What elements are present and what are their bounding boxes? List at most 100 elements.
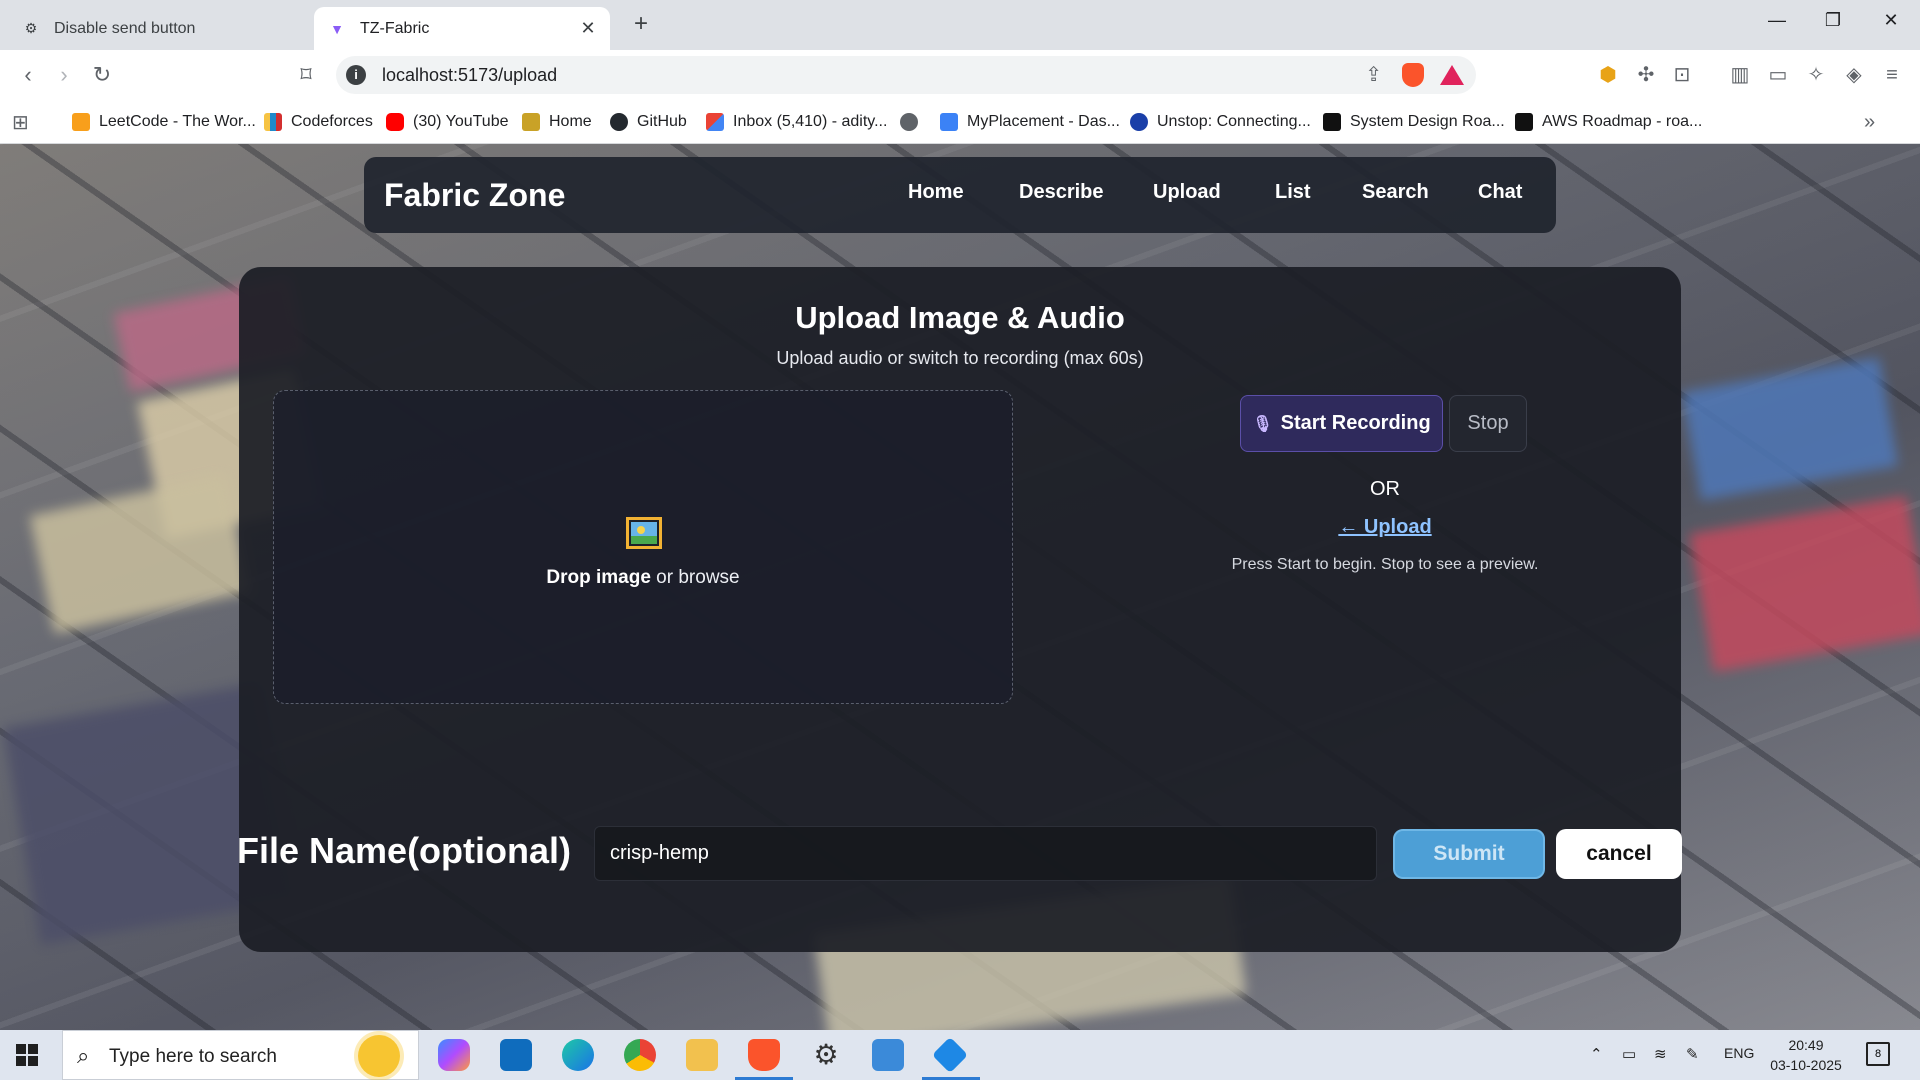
chrome-icon[interactable]	[624, 1039, 656, 1071]
restore-icon[interactable]: ❐	[1818, 10, 1848, 38]
wifi-icon[interactable]: ≋	[1654, 1045, 1667, 1063]
close-tab-icon[interactable]: ✕	[578, 18, 598, 38]
weather-sun-icon[interactable]	[358, 1035, 400, 1077]
file-explorer-icon[interactable]	[686, 1039, 718, 1071]
site-info-icon[interactable]: i	[346, 65, 366, 85]
globe-icon	[900, 113, 918, 131]
fabric-swatch	[1689, 495, 1920, 673]
brave-rewards-icon[interactable]	[1440, 65, 1464, 85]
bookmark-icon[interactable]: ⌑	[292, 62, 320, 90]
cancel-button[interactable]: cancel	[1556, 829, 1682, 879]
vscode-icon[interactable]	[931, 1036, 969, 1074]
close-window-icon[interactable]: ✕	[1876, 10, 1906, 38]
fabric-swatch	[1681, 357, 1899, 501]
language-indicator[interactable]: ENG	[1724, 1045, 1754, 1061]
copilot-icon[interactable]	[438, 1039, 470, 1071]
gmail-icon	[706, 113, 724, 131]
home-icon	[522, 113, 540, 131]
brand-logo[interactable]: Fabric Zone	[384, 177, 565, 214]
upload-title: Upload Image & Audio	[795, 300, 1125, 335]
nav-upload[interactable]: Upload	[1153, 181, 1221, 204]
edge-icon[interactable]	[562, 1039, 594, 1071]
chevron-up-icon[interactable]: ⌃	[1590, 1045, 1603, 1063]
menu-icon[interactable]: ≡	[1880, 63, 1904, 87]
back-icon[interactable]: ‹	[14, 62, 42, 90]
extensions-puzzle-icon[interactable]: ✣	[1634, 63, 1658, 87]
recording-hint: Press Start to begin. Stop to see a prev…	[1231, 556, 1539, 573]
taskbar-search[interactable]: ⌕ Type here to search	[62, 1030, 419, 1080]
nav-describe[interactable]: Describe	[1019, 181, 1104, 204]
image-dropzone[interactable]: Drop image or browse	[273, 390, 1013, 704]
vpn-icon[interactable]: ◈	[1842, 63, 1866, 87]
clock[interactable]: 20:49 03-10-2025	[1766, 1035, 1846, 1075]
bookmarks-bar: ⊞ LeetCode - The Wor... Codeforces (30) …	[0, 100, 1920, 144]
wallet-icon[interactable]: ▭	[1766, 63, 1790, 87]
nav-list[interactable]: List	[1275, 181, 1311, 204]
bookmark-myplacement[interactable]: MyPlacement - Das...	[940, 111, 1120, 133]
bookmark-system-design[interactable]: System Design Roa...	[1323, 111, 1505, 133]
new-tab-button[interactable]: +	[628, 12, 654, 38]
bookmark-youtube[interactable]: (30) YouTube	[386, 111, 508, 133]
drop-image-label: Drop image	[546, 567, 651, 588]
bookmark-codeforces[interactable]: Codeforces	[264, 111, 373, 133]
bookmark-leetcode[interactable]: LeetCode - The Wor...	[72, 111, 256, 133]
bookmark-aws-roadmap[interactable]: AWS Roadmap - roa...	[1515, 111, 1702, 133]
nav-home[interactable]: Home	[908, 181, 964, 204]
bookmark-github[interactable]: GitHub	[610, 111, 687, 133]
brave-shields-icon[interactable]	[1402, 63, 1424, 87]
windows-taskbar: ⌕ Type here to search ⚙ ⌃ ▭ ≋ ✎ ENG 20:4…	[0, 1030, 1920, 1080]
minimize-icon[interactable]: —	[1762, 10, 1792, 38]
page-background: Fabric Zone Home Describe Upload List Se…	[0, 144, 1920, 1030]
myplacement-icon	[940, 113, 958, 131]
clock-time: 20:49	[1788, 1037, 1824, 1053]
stop-button[interactable]: Stop	[1449, 395, 1527, 452]
share-icon[interactable]: ⇪	[1365, 62, 1382, 87]
bookmark-label: Inbox (5,410) - adity...	[733, 113, 888, 130]
nav-search[interactable]: Search	[1362, 181, 1429, 204]
tab-tz-fabric[interactable]: ▼ TZ-Fabric ✕	[314, 7, 610, 50]
bookmark-label: (30) YouTube	[413, 113, 509, 130]
leetcode-icon	[72, 113, 90, 131]
tab-strip: ⚙ Disable send button ▼ TZ-Fabric ✕ + — …	[0, 0, 1920, 50]
microphone-icon: 🎙	[1252, 415, 1273, 433]
apps-grid-icon[interactable]: ⊞	[12, 111, 29, 134]
windows-start-icon[interactable]	[16, 1044, 38, 1066]
leo-ai-icon[interactable]: ✧	[1804, 63, 1828, 87]
sidebar-icon[interactable]: ▥	[1728, 63, 1752, 87]
browse-label[interactable]: or browse	[651, 567, 739, 588]
outlook-icon[interactable]	[500, 1039, 532, 1071]
clock-date: 03-10-2025	[1770, 1057, 1842, 1073]
file-name-input[interactable]	[594, 826, 1377, 881]
forward-icon[interactable]: ›	[50, 62, 78, 90]
brave-browser-icon[interactable]	[748, 1039, 780, 1071]
switch-to-upload-link[interactable]: ← Upload	[1285, 516, 1485, 539]
notification-icon[interactable]: 8	[1866, 1042, 1890, 1066]
more-bookmarks-icon[interactable]: »	[1864, 111, 1875, 133]
battery-icon[interactable]: ▭	[1622, 1045, 1636, 1063]
github-icon	[610, 113, 628, 131]
bookmark-label: Codeforces	[291, 113, 373, 130]
bookmark-gmail[interactable]: Inbox (5,410) - adity...	[706, 111, 887, 133]
start-recording-button[interactable]: 🎙 Start Recording	[1240, 395, 1443, 452]
roadmap-icon	[1515, 113, 1533, 131]
pen-icon[interactable]: ✎	[1686, 1045, 1699, 1063]
extension-icon[interactable]: ⬢	[1596, 63, 1620, 87]
bookmark-unstop[interactable]: Unstop: Connecting...	[1130, 111, 1311, 133]
vite-icon: ▼	[330, 20, 344, 37]
tab-disable-send-button[interactable]: ⚙ Disable send button	[8, 7, 308, 50]
bookmark-home[interactable]: Home	[522, 111, 592, 133]
submit-button[interactable]: Submit	[1393, 829, 1545, 879]
reload-icon[interactable]: ↻	[88, 62, 116, 90]
start-recording-label: Start Recording	[1280, 412, 1431, 434]
reader-mode-icon[interactable]: ⊡	[1670, 63, 1694, 87]
bookmark-globe[interactable]	[900, 111, 927, 133]
app-navbar: Fabric Zone Home Describe Upload List Se…	[364, 157, 1556, 233]
url-text[interactable]: localhost:5173/upload	[382, 65, 557, 86]
nav-chat[interactable]: Chat	[1478, 181, 1522, 204]
address-bar[interactable]: i localhost:5173/upload ⇪	[336, 56, 1476, 94]
bookmark-label: Unstop: Connecting...	[1157, 113, 1311, 130]
settings-gear-icon[interactable]: ⚙	[810, 1039, 842, 1071]
control-panel-icon[interactable]	[872, 1039, 904, 1071]
browser-toolbar: ‹ › ↻ ⌑ i localhost:5173/upload ⇪ ⬢ ✣ ⊡ …	[0, 50, 1920, 100]
dropzone-text: Drop image or browse	[274, 567, 1012, 589]
